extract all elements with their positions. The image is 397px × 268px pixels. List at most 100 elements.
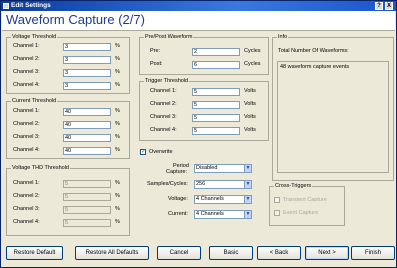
page-title: Waveform Capture (2/7)	[6, 12, 145, 27]
voltage-ch4-unit: %	[115, 82, 120, 88]
back-button[interactable]: < Back	[257, 246, 301, 260]
voltage-threshold-group: Voltage Threshold Channel 1: 3 % Channel…	[6, 34, 130, 94]
current-ch1-label: Channel 1:	[13, 108, 40, 114]
current-ch1-unit: %	[115, 108, 120, 114]
voltage-ch2-unit: %	[115, 56, 120, 62]
current-select-label: Current:	[168, 211, 188, 217]
voltage-select-label: Voltage:	[168, 196, 188, 202]
trigger-ch1-input[interactable]: 5	[192, 88, 240, 96]
current-ch4-input[interactable]: 40	[63, 147, 111, 155]
event-capture-checkbox[interactable]	[274, 210, 280, 216]
thd-ch2-input[interactable]: 5	[63, 193, 111, 201]
voltage-ch3-unit: %	[115, 69, 120, 75]
chevron-down-icon: ▼	[244, 165, 251, 172]
finish-button[interactable]: Finish	[351, 246, 395, 260]
voltage-ch3-input[interactable]: 3	[63, 69, 111, 77]
pre-post-label: Pre/Post Waveform	[144, 34, 194, 41]
info-events-box: 48 waveform capture events	[277, 61, 389, 173]
period-capture-value: Disabled	[196, 165, 218, 171]
thd-ch4-label: Channel 4:	[13, 219, 40, 225]
voltage-ch2-input[interactable]: 3	[63, 56, 111, 64]
thd-ch1-label: Channel 1:	[13, 180, 40, 186]
period-capture-select[interactable]: Disabled ▼	[194, 164, 252, 173]
post-input[interactable]: 6	[192, 61, 240, 69]
voltage-ch1-label: Channel 1:	[13, 43, 40, 49]
post-unit: Cycles	[244, 61, 261, 67]
current-ch4-label: Channel 4:	[13, 147, 40, 153]
info-label: Info	[277, 34, 289, 41]
chevron-down-icon: ▼	[244, 211, 251, 218]
voltage-ch1-unit: %	[115, 43, 120, 49]
thd-ch2-unit: %	[115, 193, 120, 199]
basic-button[interactable]: Basic	[209, 246, 253, 260]
thd-ch3-unit: %	[115, 206, 120, 212]
samples-cycles-label: Samples/Cycles:	[147, 181, 188, 187]
info-events-text: 48 waveform capture events	[280, 64, 350, 70]
transient-capture-checkbox[interactable]	[274, 197, 280, 203]
thd-ch1-input[interactable]: 5	[63, 180, 111, 188]
current-threshold-label: Current Threshold	[11, 98, 58, 105]
voltage-ch1-input[interactable]: 3	[63, 43, 111, 51]
thd-ch1-unit: %	[115, 180, 120, 186]
trigger-threshold-label: Trigger Threshold	[144, 78, 190, 85]
thd-ch2-label: Channel 2:	[13, 193, 40, 199]
current-ch3-input[interactable]: 40	[63, 134, 111, 142]
chevron-down-icon: ▼	[244, 196, 251, 203]
trigger-ch2-label: Channel 2:	[150, 101, 177, 107]
chevron-down-icon: ▼	[244, 181, 251, 188]
trigger-ch3-unit: Volts	[244, 114, 256, 120]
app-icon	[3, 3, 9, 9]
current-select[interactable]: 4 Channels ▼	[194, 210, 252, 219]
restore-all-defaults-button[interactable]: Restore All Defaults	[75, 246, 149, 260]
voltage-ch3-label: Channel 3:	[13, 69, 40, 75]
trigger-ch3-input[interactable]: 5	[192, 114, 240, 122]
cross-triggers-group: Cross-Triggers Transient Capture Event C…	[269, 183, 345, 226]
trigger-ch4-unit: Volts	[244, 127, 256, 133]
current-ch3-label: Channel 3:	[13, 134, 40, 140]
trigger-ch2-unit: Volts	[244, 101, 256, 107]
trigger-ch1-label: Channel 1:	[150, 88, 177, 94]
current-ch3-unit: %	[115, 134, 120, 140]
capture-label: Capture:	[166, 169, 188, 175]
thd-ch4-input[interactable]: 5	[63, 219, 111, 227]
overwrite-checkbox[interactable]: ✓	[140, 149, 146, 155]
samples-cycles-select[interactable]: 256 ▼	[194, 180, 252, 189]
pre-input[interactable]: 2	[192, 48, 240, 56]
voltage-threshold-label: Voltage Threshold	[11, 34, 58, 41]
thd-ch4-unit: %	[115, 219, 120, 225]
thd-ch3-input[interactable]: 5	[63, 206, 111, 214]
samples-cycles-value: 256	[196, 181, 206, 187]
trigger-ch4-input[interactable]: 5	[192, 127, 240, 135]
current-select-value: 4 Channels	[196, 211, 224, 217]
current-ch4-unit: %	[115, 147, 120, 153]
voltage-ch4-label: Channel 4:	[13, 82, 40, 88]
event-capture-label: Event Capture	[283, 210, 319, 216]
post-label: Post:	[150, 61, 163, 67]
voltage-thd-group: Voltage THD Threshold Channel 1: 5 % Cha…	[6, 165, 130, 236]
trigger-ch4-label: Channel 4:	[150, 127, 177, 133]
voltage-select[interactable]: 4 Channels ▼	[194, 195, 252, 204]
close-button[interactable]: X	[385, 2, 393, 10]
voltage-ch2-label: Channel 2:	[13, 56, 40, 62]
voltage-ch4-input[interactable]: 3	[63, 82, 111, 90]
trigger-ch2-input[interactable]: 5	[192, 101, 240, 109]
window-title: Edit Settings	[11, 2, 51, 9]
cancel-button[interactable]: Cancel	[157, 246, 201, 260]
total-waveforms-label: Total Number Of Waveforms:	[278, 48, 349, 54]
thd-ch3-label: Channel 3:	[13, 206, 40, 212]
current-ch2-unit: %	[115, 121, 120, 127]
pre-post-group: Pre/Post Waveform Pre: 2 Cycles Post: 6 …	[139, 34, 269, 75]
overwrite-label: Overwrite	[149, 149, 173, 155]
voltage-select-value: 4 Channels	[196, 196, 224, 202]
current-ch2-input[interactable]: 40	[63, 121, 111, 129]
help-button[interactable]: ?	[375, 2, 383, 10]
trigger-ch3-label: Channel 3:	[150, 114, 177, 120]
next-button[interactable]: Next >	[305, 246, 349, 260]
edit-settings-window: Edit Settings ? X Waveform Capture (2/7)…	[0, 0, 397, 268]
trigger-ch1-unit: Volts	[244, 88, 256, 94]
pre-label: Pre:	[150, 48, 161, 54]
restore-default-button[interactable]: Restore Default	[6, 246, 63, 260]
current-ch1-input[interactable]: 40	[63, 108, 111, 116]
page-header: Waveform Capture (2/7)	[2, 11, 395, 31]
transient-capture-label: Transient Capture	[283, 197, 327, 203]
